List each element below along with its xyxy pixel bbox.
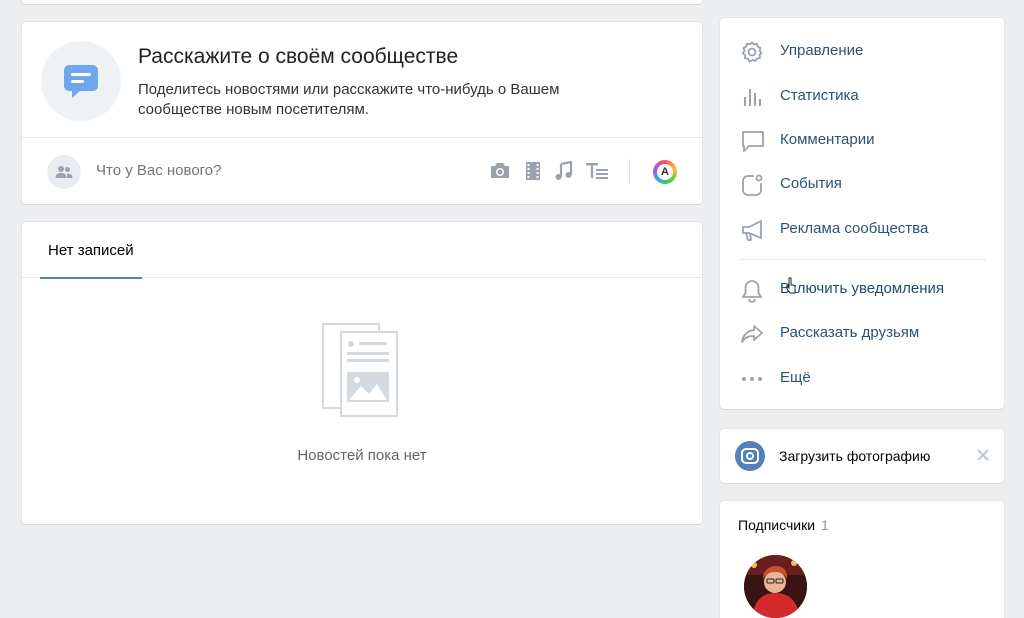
- subscribers-card: Подписчики 1: [720, 501, 1004, 618]
- subscriber-avatar[interactable]: [744, 555, 807, 618]
- posts-tabs: Нет записей: [22, 222, 702, 279]
- menu-item-notifications[interactable]: Включить уведомления: [720, 269, 1004, 309]
- empty-feed-icon: [321, 322, 401, 418]
- subscribers-title: Подписчики: [738, 517, 816, 533]
- upload-photo-card[interactable]: Загрузить фотографию: [720, 429, 1004, 483]
- menu-item-statistics[interactable]: Статистика: [720, 76, 1004, 116]
- previous-card-edge: [22, 0, 702, 4]
- menu-item-label: Реклама сообщества: [780, 220, 929, 237]
- post-composer: A: [22, 139, 702, 204]
- events-icon: [740, 173, 764, 197]
- mouse-cursor-icon: [786, 277, 796, 300]
- menu-item-label: Ещё: [780, 369, 811, 386]
- empty-feed-text: Новостей пока нет: [297, 447, 427, 464]
- menu-item-management[interactable]: Управление: [720, 31, 1004, 71]
- chat-bubble-icon: [62, 63, 100, 99]
- more-icon: [740, 367, 764, 391]
- menu-item-label: Комментарии: [780, 131, 875, 148]
- megaphone-icon: [740, 218, 766, 242]
- menu-item-label: Статистика: [780, 87, 859, 104]
- menu-item-promote[interactable]: Реклама сообщества: [720, 209, 1004, 249]
- whats-new-input[interactable]: [96, 162, 456, 179]
- video-icon[interactable]: [523, 161, 543, 181]
- intro-description: Поделитесь новостями или расскажите что-…: [138, 81, 560, 118]
- camera-icon: [741, 448, 759, 464]
- upload-photo-badge: [735, 441, 765, 471]
- share-icon: [740, 322, 766, 346]
- menu-item-events[interactable]: События: [720, 164, 1004, 204]
- camera-icon[interactable]: [489, 161, 511, 181]
- menu-item-label: Рассказать друзьям: [780, 324, 920, 341]
- subscribers-header[interactable]: Подписчики 1: [738, 517, 829, 533]
- intro-section: Расскажите о своём сообществе Поделитесь…: [22, 22, 702, 138]
- tab-no-posts[interactable]: Нет записей: [40, 222, 142, 279]
- group-icon: [55, 164, 73, 180]
- posts-card: Нет записей Новостей пока нет: [22, 222, 702, 524]
- menu-divider: [740, 259, 986, 260]
- menu-item-label: События: [780, 175, 842, 192]
- article-icon[interactable]: [585, 161, 609, 181]
- composer-divider: [629, 159, 630, 183]
- music-icon[interactable]: [554, 161, 574, 181]
- bell-icon: [740, 278, 764, 304]
- menu-item-label: Включить уведомления: [780, 280, 945, 297]
- upload-photo-label: Загрузить фотографию: [779, 448, 931, 464]
- community-intro-card: Расскажите о своём сообществе Поделитесь…: [22, 22, 702, 204]
- menu-item-label: Управление: [780, 42, 864, 59]
- composer-avatar: [47, 155, 81, 189]
- close-icon[interactable]: [976, 448, 990, 462]
- statistics-icon: [740, 85, 764, 109]
- intro-title: Расскажите о своём сообществе: [138, 45, 459, 68]
- comment-icon: [740, 129, 766, 153]
- author-select-button[interactable]: A: [653, 160, 677, 184]
- intro-illustration: [41, 41, 121, 121]
- community-actions-menu: Управление Статистика Комментарии Событи…: [720, 18, 1004, 409]
- menu-item-more[interactable]: Ещё: [720, 358, 1004, 398]
- subscribers-count: 1: [821, 517, 829, 533]
- menu-item-share[interactable]: Рассказать друзьям: [720, 313, 1004, 353]
- gear-icon: [740, 40, 764, 64]
- menu-item-comments[interactable]: Комментарии: [720, 120, 1004, 160]
